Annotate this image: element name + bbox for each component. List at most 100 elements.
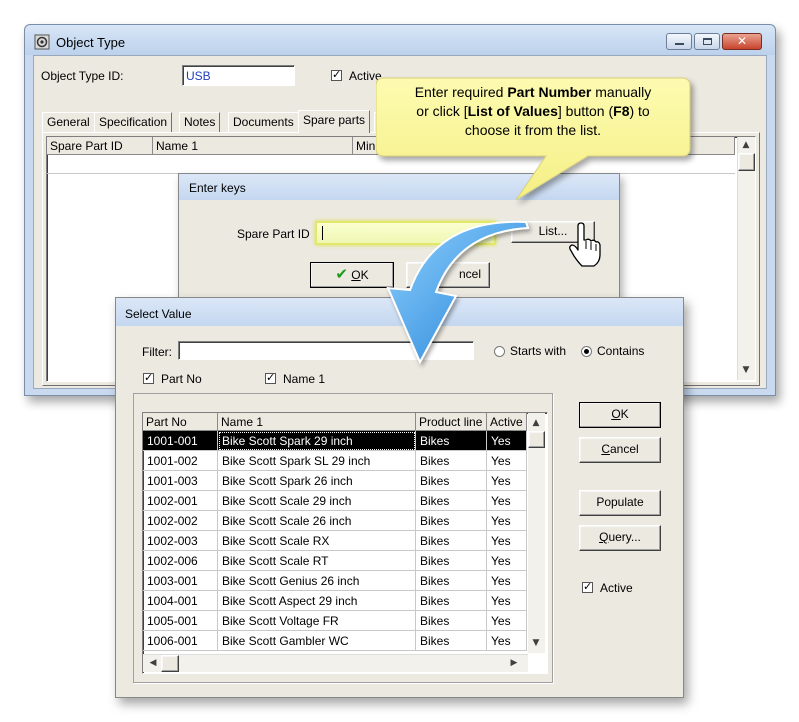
active-checkbox[interactable]: [331, 68, 342, 81]
spare-part-id-label: Spare Part ID: [237, 227, 310, 241]
cell-part-no: 1005-001: [143, 611, 218, 631]
cell-active: Yes: [487, 551, 527, 571]
populate-button[interactable]: Populate: [579, 490, 661, 516]
cell-active: Yes: [487, 491, 527, 511]
list-row[interactable]: 1002-006 Bike Scott Scale RT Bikes Yes: [143, 551, 527, 571]
minimize-icon: [675, 43, 684, 45]
cell-name1: Bike Scott Spark 26 inch: [218, 471, 416, 491]
cell-active: Yes: [487, 531, 527, 551]
cell-active: Yes: [487, 631, 527, 651]
list-scroll-left-icon[interactable]: ◀: [145, 655, 161, 671]
curved-arrow-icon: [386, 220, 530, 365]
tab-general[interactable]: General: [42, 112, 95, 132]
maximize-button[interactable]: [694, 33, 720, 50]
text-cursor: [322, 226, 323, 240]
list-scroll-up-icon[interactable]: ▲: [528, 415, 544, 431]
cell-part-no: 1002-002: [143, 511, 218, 531]
enter-keys-title: Enter keys: [189, 181, 246, 195]
value-list[interactable]: Part No Name 1 Product line Active 1001-…: [142, 412, 548, 674]
list-scroll-right-icon[interactable]: ▶: [506, 655, 522, 671]
cell-name1: Bike Scott Genius 26 inch: [218, 571, 416, 591]
query-rest: uery...: [608, 530, 641, 544]
cell-product-line: Bikes: [416, 431, 487, 451]
app-icon: [34, 34, 50, 50]
part-no-checkbox[interactable]: [143, 371, 154, 384]
close-button[interactable]: ✕: [722, 33, 762, 50]
part-no-check-label: Part No: [161, 372, 202, 386]
list-hscroll-thumb[interactable]: [161, 655, 179, 672]
populate-label: Populate: [596, 495, 644, 509]
cell-active: Yes: [487, 471, 527, 491]
cell-product-line: Bikes: [416, 631, 487, 651]
cell-part-no: 1002-006: [143, 551, 218, 571]
callout-text: Enter required Part Number manually or c…: [380, 83, 686, 140]
select-value-title: Select Value: [125, 307, 192, 321]
scroll-down-icon[interactable]: ▼: [738, 362, 754, 378]
callout-l2-key: F8: [613, 103, 630, 119]
cell-product-line: Bikes: [416, 531, 487, 551]
list-row[interactable]: 1004-001 Bike Scott Aspect 29 inch Bikes Ye…: [143, 591, 527, 611]
cell-active: Yes: [487, 611, 527, 631]
cell-part-no: 1002-001: [143, 491, 218, 511]
cell-part-no: 1002-003: [143, 531, 218, 551]
col-header-product-line[interactable]: Product line: [416, 413, 487, 431]
cell-part-no: 1001-003: [143, 471, 218, 491]
list-scroll-down-icon[interactable]: ▼: [528, 635, 544, 651]
callout-l2-post: ) to: [629, 103, 650, 119]
select-ok-u: O: [611, 407, 621, 421]
callout-l1-pre: Enter required: [414, 84, 508, 100]
scroll-thumb[interactable]: [738, 153, 755, 171]
list-row[interactable]: 1001-001 Bike Scott Spark 29 inch Bikes Yes: [143, 431, 527, 451]
select-ok-button[interactable]: OK: [579, 402, 661, 428]
cell-part-no: 1006-001: [143, 631, 218, 651]
object-type-id-field[interactable]: USB: [182, 65, 295, 86]
ok-underlined-letter: O: [351, 268, 361, 282]
scroll-up-icon[interactable]: ▲: [738, 137, 754, 153]
grid-vertical-scrollbar[interactable]: ▲ ▼: [737, 137, 755, 380]
list-row[interactable]: 1001-003 Bike Scott Spark 26 inch Bikes Yes: [143, 471, 527, 491]
cell-name1: Bike Scott Spark 29 inch: [218, 431, 416, 451]
select-active-checkbox[interactable]: [582, 580, 593, 593]
list-row[interactable]: 1006-001 Bike Scott Gambler WC Bikes Yes: [143, 631, 527, 651]
callout-l2-pre: or click [: [416, 103, 468, 119]
list-horizontal-scrollbar[interactable]: ◀ ▶: [143, 654, 528, 672]
list-vertical-scrollbar[interactable]: ▲ ▼: [528, 413, 545, 653]
cell-active: Yes: [487, 451, 527, 471]
tab-spare-parts[interactable]: Spare parts: [298, 110, 371, 133]
grid-header-spare-part-id[interactable]: Spare Part ID: [47, 137, 153, 155]
list-row[interactable]: 1002-003 Bike Scott Scale RX Bikes Yes: [143, 531, 527, 551]
window-title: Object Type: [56, 35, 126, 50]
ok-rest: K: [360, 268, 369, 282]
col-header-active[interactable]: Active: [487, 413, 527, 431]
col-header-name1[interactable]: Name 1: [218, 413, 416, 431]
tab-notes[interactable]: Notes: [179, 112, 221, 132]
select-cancel-button[interactable]: Cancel: [579, 437, 661, 463]
object-type-id-label: Object Type ID:: [41, 69, 124, 83]
list-row[interactable]: 1002-001 Bike Scott Scale 29 inch Bikes Yes: [143, 491, 527, 511]
cell-product-line: Bikes: [416, 591, 487, 611]
grid-header-name1[interactable]: Name 1: [153, 137, 353, 155]
select-cancel-u: C: [601, 442, 610, 456]
list-vscroll-thumb[interactable]: [528, 431, 545, 448]
contains-radio[interactable]: [581, 346, 592, 357]
cell-active: Yes: [487, 571, 527, 591]
select-cancel-rest: ancel: [609, 442, 639, 456]
maximize-icon: [703, 38, 712, 45]
list-button-label: List...: [538, 224, 568, 238]
cell-active: Yes: [487, 511, 527, 531]
list-row[interactable]: 1005-001 Bike Scott Voltage FR Bikes Yes: [143, 611, 527, 631]
col-header-part-no[interactable]: Part No: [143, 413, 218, 431]
cell-part-no: 1004-001: [143, 591, 218, 611]
list-row[interactable]: 1002-002 Bike Scott Scale 26 inch Bikes Yes: [143, 511, 527, 531]
cell-name1: Bike Scott Scale 26 inch: [218, 511, 416, 531]
list-row[interactable]: 1001-002 Bike Scott Spark SL 29 inch Bikes…: [143, 451, 527, 471]
list-row[interactable]: 1003-001 Bike Scott Genius 26 inch Bikes Ye…: [143, 571, 527, 591]
query-button[interactable]: Query...: [579, 525, 661, 551]
name1-checkbox[interactable]: [265, 371, 276, 384]
tab-specification[interactable]: Specification: [94, 112, 173, 132]
cell-name1: Bike Scott Spark SL 29 inch: [218, 451, 416, 471]
cell-name1: Bike Scott Voltage FR: [218, 611, 416, 631]
minimize-button[interactable]: [666, 33, 692, 50]
tab-documents[interactable]: Documents: [228, 112, 299, 132]
cell-name1: Bike Scott Aspect 29 inch: [218, 591, 416, 611]
